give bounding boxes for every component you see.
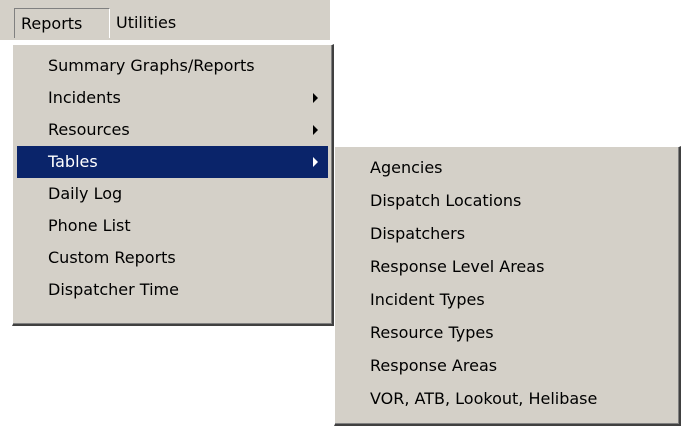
submenu-item-dispatchers[interactable]: Dispatchers [339, 218, 675, 250]
menu-item-resources[interactable]: Resources [17, 114, 328, 146]
menu-item-label: Incidents [48, 88, 121, 107]
submenu-item-label: Resource Types [370, 323, 494, 342]
submenu-item-label: VOR, ATB, Lookout, Helibase [370, 389, 598, 408]
submenu-item-label: Agencies [370, 158, 443, 177]
submenu-item-label: Dispatchers [370, 224, 466, 243]
menu-item-incidents[interactable]: Incidents [17, 82, 328, 114]
menu-bar: Reports Utilities [0, 0, 330, 40]
menu-item-label: Phone List [48, 216, 131, 235]
submenu-item-label: Incident Types [370, 290, 485, 309]
submenu-arrow-icon [313, 157, 318, 167]
menu-item-phone-list[interactable]: Phone List [17, 210, 328, 242]
menu-item-label: Tables [48, 152, 98, 171]
submenu-arrow-icon [313, 93, 318, 103]
menu-item-label: Dispatcher Time [48, 280, 179, 299]
submenu-item-response-areas[interactable]: Response Areas [339, 350, 675, 382]
reports-dropdown: Summary Graphs/Reports Incidents Resourc… [12, 44, 334, 326]
submenu-item-resource-types[interactable]: Resource Types [339, 317, 675, 349]
submenu-item-label: Response Areas [370, 356, 498, 375]
menu-item-label: Custom Reports [48, 248, 176, 267]
menu-item-label: Resources [48, 120, 130, 139]
submenu-item-response-level-areas[interactable]: Response Level Areas [339, 251, 675, 283]
menu-item-dispatcher-time[interactable]: Dispatcher Time [17, 274, 328, 306]
menu-item-tables[interactable]: Tables [17, 146, 328, 178]
submenu-item-label: Response Level Areas [370, 257, 545, 276]
menu-utilities[interactable]: Utilities [110, 8, 190, 38]
submenu-item-vor-atb-lookout-helibase[interactable]: VOR, ATB, Lookout, Helibase [339, 383, 675, 415]
menu-item-label: Daily Log [48, 184, 123, 203]
menu-item-custom-reports[interactable]: Custom Reports [17, 242, 328, 274]
submenu-arrow-icon [313, 125, 318, 135]
submenu-item-label: Dispatch Locations [370, 191, 522, 210]
menu-reports[interactable]: Reports [14, 8, 110, 38]
menu-item-label: Summary Graphs/Reports [48, 56, 255, 75]
tables-submenu: Agencies Dispatch Locations Dispatchers … [334, 146, 681, 426]
submenu-item-dispatch-locations[interactable]: Dispatch Locations [339, 185, 675, 217]
menu-item-summary-graphs-reports[interactable]: Summary Graphs/Reports [17, 50, 328, 82]
submenu-item-incident-types[interactable]: Incident Types [339, 284, 675, 316]
submenu-item-agencies[interactable]: Agencies [339, 152, 675, 184]
menu-item-daily-log[interactable]: Daily Log [17, 178, 328, 210]
